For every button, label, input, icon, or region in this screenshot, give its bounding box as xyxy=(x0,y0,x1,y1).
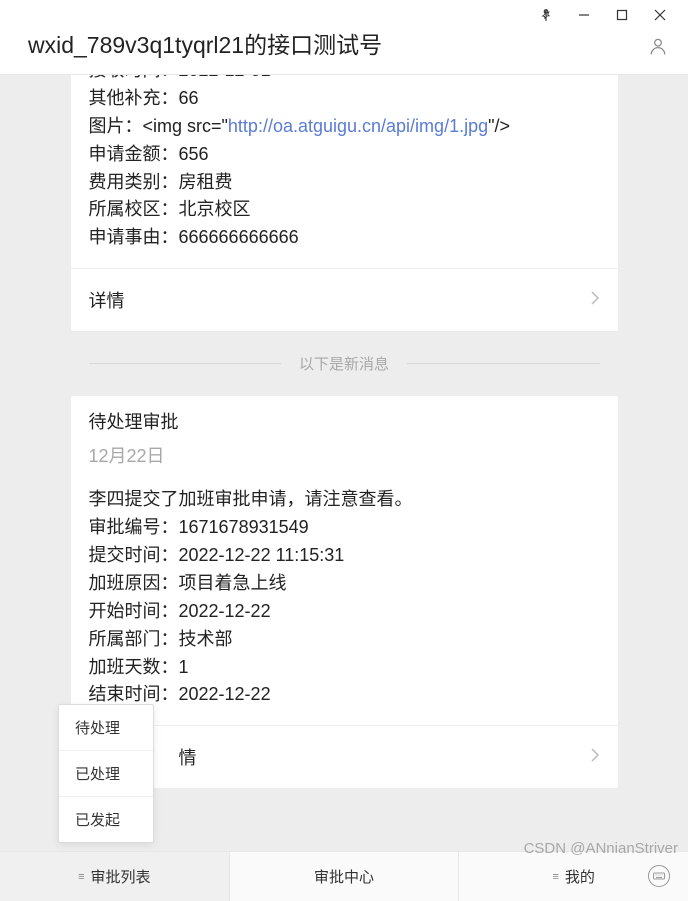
window-title: wxid_789v3q1tyqrl21的接口测试号 xyxy=(28,26,660,60)
pin-icon[interactable] xyxy=(538,7,554,23)
card2-overtime-reason: 加班原因：项目着急上线 xyxy=(89,570,600,598)
menu-icon: ≡ xyxy=(552,871,558,883)
card1-campus: 所属校区：北京校区 xyxy=(89,196,600,224)
img-suffix: "/> xyxy=(488,116,510,136)
card1-details-row[interactable]: 详情 xyxy=(71,268,618,331)
details-label: 详情 xyxy=(89,287,125,313)
menu-icon: ≡ xyxy=(78,871,84,883)
keyboard-icon[interactable] xyxy=(648,865,670,887)
card1-expense-type: 费用类别：房租费 xyxy=(89,169,600,197)
nav-label-mine: 我的 xyxy=(565,866,595,887)
chevron-right-icon xyxy=(590,290,600,311)
card2-start-time: 开始时间：2022-12-22 xyxy=(89,598,600,626)
image-url-link[interactable]: http://oa.atguigu.cn/api/img/1.jpg xyxy=(228,116,488,136)
nav-label-center: 审批中心 xyxy=(314,866,374,887)
card1-reason: 申请事由：666666666666 xyxy=(89,224,600,252)
img-prefix: 图片：<img src=" xyxy=(89,116,228,136)
popup-item-processed[interactable]: 已处理 xyxy=(59,751,153,797)
card1-image-line: 图片：<img src="http://oa.atguigu.cn/api/im… xyxy=(89,113,600,141)
bottom-navigation: ≡ 审批列表 审批中心 ≡ 我的 xyxy=(0,851,688,901)
card1-date: 接收时间：2022-12-01 xyxy=(89,75,600,85)
card2-department: 所属部门：技术部 xyxy=(89,626,600,654)
card2-approval-no: 审批编号：1671678931549 xyxy=(89,514,600,542)
card2-title: 待处理审批 xyxy=(89,408,600,434)
nav-tab-approval-center[interactable]: 审批中心 xyxy=(230,852,460,901)
user-icon[interactable] xyxy=(648,36,668,61)
card2-submit-time: 提交时间：2022-12-22 11:15:31 xyxy=(89,542,600,570)
card2-summary: 李四提交了加班审批申请，请注意查看。 xyxy=(89,486,600,514)
message-card-1[interactable]: 接收时间：2022-12-01 其他补充：66 图片：<img src="htt… xyxy=(71,75,618,331)
card1-amount: 申请金额：656 xyxy=(89,141,600,169)
card1-other: 其他补充：66 xyxy=(89,85,600,113)
new-message-divider: 以下是新消息 xyxy=(71,353,618,374)
popup-item-initiated[interactable]: 已发起 xyxy=(59,797,153,842)
card2-end-time: 结束时间：2022-12-22 xyxy=(89,681,600,709)
nav-tab-approval-list[interactable]: ≡ 审批列表 xyxy=(0,852,230,901)
nav-label-list: 审批列表 xyxy=(91,866,151,887)
card2-overtime-days: 加班天数：1 xyxy=(89,654,600,682)
card2-date: 12月22日 xyxy=(89,442,600,468)
popup-item-pending[interactable]: 待处理 xyxy=(59,705,153,751)
close-icon[interactable] xyxy=(652,7,668,23)
maximize-icon[interactable] xyxy=(614,7,630,23)
divider-text: 以下是新消息 xyxy=(299,353,389,374)
chevron-right-icon xyxy=(590,747,600,768)
filter-popup-menu: 待处理 已处理 已发起 xyxy=(58,704,154,843)
minimize-icon[interactable] xyxy=(576,7,592,23)
